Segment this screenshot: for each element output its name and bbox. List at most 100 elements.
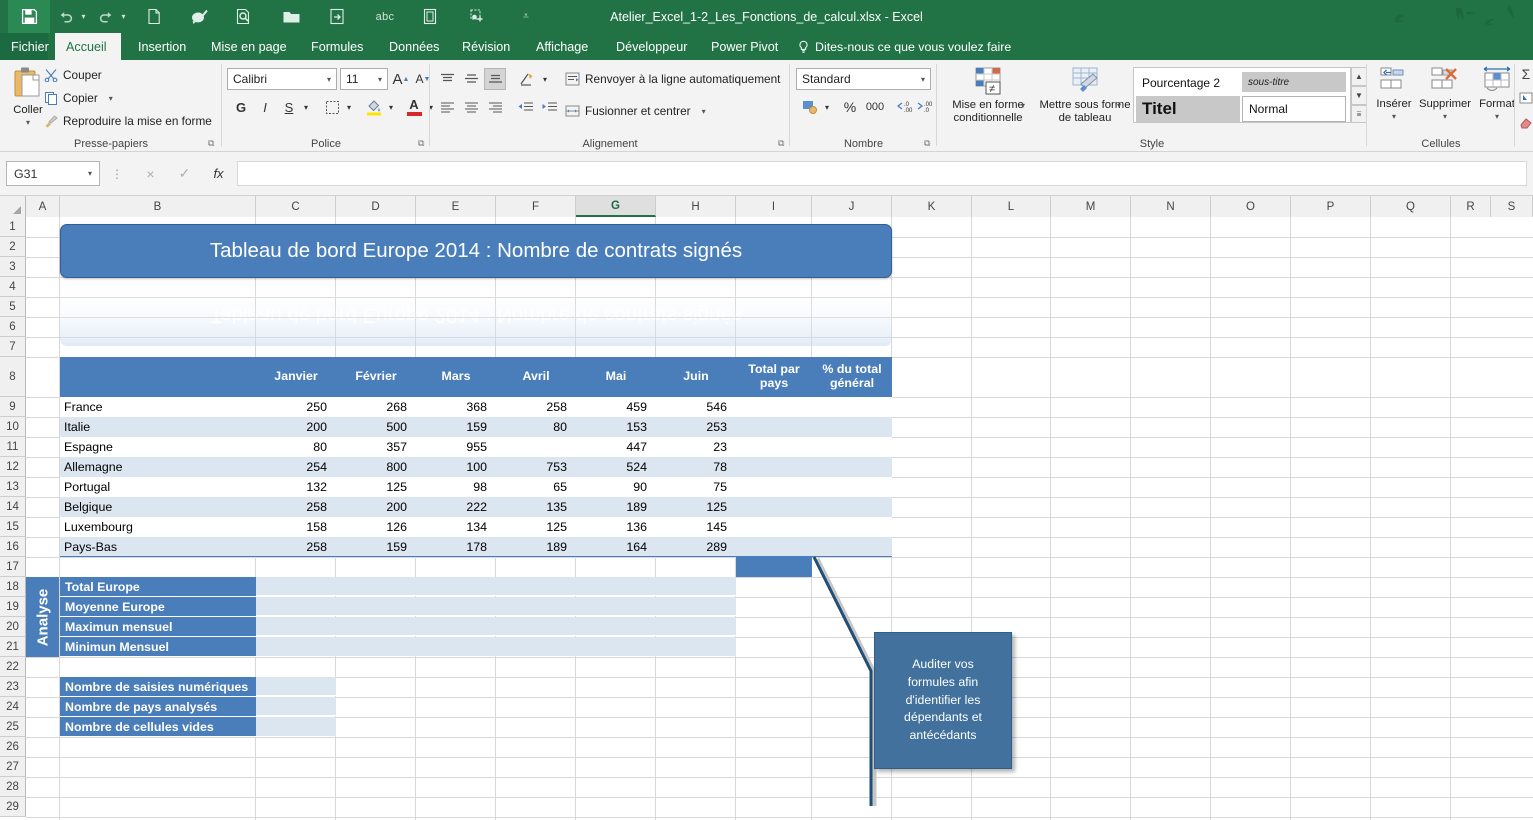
table-cell[interactable]: 80 bbox=[256, 437, 336, 457]
table-cell[interactable]: 254 bbox=[256, 457, 336, 477]
table-cell[interactable]: 258 bbox=[256, 497, 336, 517]
table-cell[interactable]: 159 bbox=[416, 417, 496, 437]
counter-value-vides[interactable] bbox=[256, 717, 336, 736]
table-cell-total[interactable] bbox=[736, 497, 812, 517]
table-row[interactable]: Portugal bbox=[60, 477, 256, 497]
align-middle-button[interactable] bbox=[460, 68, 482, 90]
cell-style-normal[interactable]: Normal bbox=[1242, 96, 1346, 122]
cell-style-pourcentage2[interactable]: Pourcentage 2 bbox=[1136, 70, 1240, 95]
row-header-20[interactable]: 20 bbox=[0, 617, 26, 637]
table-cell-pct[interactable] bbox=[812, 457, 892, 477]
merge-center-button[interactable]: Fusionner et centrer ▾ bbox=[565, 104, 706, 118]
column-header-H[interactable]: H bbox=[656, 196, 736, 217]
table-cell[interactable]: 164 bbox=[576, 537, 656, 557]
paste-dropdown-arrow[interactable]: ▾ bbox=[26, 118, 30, 128]
insert-cells-button[interactable]: Insérer ▾ bbox=[1370, 66, 1418, 122]
table-cell[interactable]: 90 bbox=[576, 477, 656, 497]
tab-revision[interactable]: Révision bbox=[451, 33, 519, 60]
table-cell[interactable]: 268 bbox=[336, 397, 416, 417]
row-header-15[interactable]: 15 bbox=[0, 517, 26, 537]
tab-donnees[interactable]: Données bbox=[378, 33, 444, 60]
column-header-C[interactable]: C bbox=[256, 196, 336, 217]
fill-color-dropdown-arrow[interactable]: ▾ bbox=[385, 96, 397, 118]
column-header-L[interactable]: L bbox=[972, 196, 1051, 217]
cell-style-titel[interactable]: Titel bbox=[1136, 96, 1240, 122]
accounting-format-button[interactable] bbox=[798, 96, 822, 118]
clear-icon[interactable] bbox=[1517, 112, 1533, 132]
conditional-formatting-button[interactable]: ≠ Mise en forme conditionnelle ▾ bbox=[943, 66, 1033, 124]
row-header-25[interactable]: 25 bbox=[0, 717, 26, 737]
align-left-button[interactable] bbox=[436, 96, 458, 118]
table-cell[interactable]: 23 bbox=[656, 437, 736, 457]
column-header-N[interactable]: N bbox=[1131, 196, 1211, 217]
row-header-5[interactable]: 5 bbox=[0, 297, 26, 317]
font-color-button[interactable]: A bbox=[402, 96, 426, 118]
counter-label-vides[interactable]: Nombre de cellules vides bbox=[60, 717, 256, 737]
table-cell-pct[interactable] bbox=[812, 517, 892, 537]
copy-dropdown-arrow[interactable]: ▾ bbox=[109, 94, 113, 103]
row-header-6[interactable]: 6 bbox=[0, 317, 26, 337]
bold-button[interactable]: G bbox=[230, 96, 252, 118]
analysis-label-minimum[interactable]: Minimun Mensuel bbox=[60, 637, 256, 657]
format-dropdown-arrow[interactable]: ▾ bbox=[1495, 112, 1499, 122]
format-as-table-dropdown-arrow[interactable]: ▾ bbox=[1117, 101, 1121, 111]
table-cell[interactable]: 178 bbox=[416, 537, 496, 557]
row-header-24[interactable]: 24 bbox=[0, 697, 26, 717]
table-cell-total[interactable] bbox=[736, 437, 812, 457]
column-header-M[interactable]: M bbox=[1051, 196, 1131, 217]
font-family-select[interactable]: Calibri ▾ bbox=[227, 68, 337, 90]
table-row[interactable]: France bbox=[60, 397, 256, 417]
selected-cell[interactable] bbox=[736, 557, 812, 577]
row-header-26[interactable]: 26 bbox=[0, 737, 26, 757]
table-cell[interactable]: 258 bbox=[496, 397, 576, 417]
percent-style-button[interactable]: % bbox=[839, 96, 861, 118]
underline-dropdown-arrow[interactable]: ▾ bbox=[300, 96, 312, 118]
table-cell[interactable]: 222 bbox=[416, 497, 496, 517]
table-cell[interactable]: 98 bbox=[416, 477, 496, 497]
table-cell[interactable]: 153 bbox=[576, 417, 656, 437]
increase-indent-button[interactable] bbox=[537, 96, 561, 118]
orientation-dropdown-arrow[interactable]: ▾ bbox=[539, 68, 551, 90]
table-cell-total[interactable] bbox=[736, 477, 812, 497]
column-header-A[interactable]: A bbox=[26, 196, 60, 217]
italic-button[interactable]: I bbox=[254, 96, 276, 118]
insert-function-button[interactable]: fx bbox=[202, 161, 235, 186]
row-header-2[interactable]: 2 bbox=[0, 237, 26, 257]
alignment-dialog-launcher[interactable]: ⧉ bbox=[778, 138, 784, 149]
conditional-formatting-dropdown-arrow[interactable]: ▾ bbox=[1021, 101, 1025, 111]
table-cell[interactable]: 134 bbox=[416, 517, 496, 537]
tab-affichage[interactable]: Affichage bbox=[525, 33, 599, 60]
tab-formules[interactable]: Formules bbox=[300, 33, 370, 60]
font-dialog-launcher[interactable]: ⧉ bbox=[418, 138, 424, 149]
styles-scroll-down-button[interactable]: ▼ bbox=[1351, 86, 1367, 105]
column-header-D[interactable]: D bbox=[336, 196, 416, 217]
comma-style-button[interactable]: 000 bbox=[861, 96, 889, 118]
column-header-S[interactable]: S bbox=[1491, 196, 1533, 217]
cut-button[interactable]: Couper bbox=[44, 68, 102, 82]
analysis-value-minimum[interactable] bbox=[256, 637, 736, 656]
decrease-decimal-button[interactable]: .00.0 bbox=[914, 96, 934, 118]
tab-mise-en-page[interactable]: Mise en page bbox=[200, 33, 294, 60]
spreadsheet-grid[interactable]: A B C D E F G H I J K L M N O P Q R S 1 … bbox=[0, 196, 1533, 820]
table-cell[interactable]: 546 bbox=[656, 397, 736, 417]
column-header-E[interactable]: E bbox=[416, 196, 496, 217]
column-header-P[interactable]: P bbox=[1291, 196, 1371, 217]
table-row[interactable]: Allemagne bbox=[60, 457, 256, 477]
column-header-K[interactable]: K bbox=[892, 196, 972, 217]
borders-dropdown-arrow[interactable]: ▾ bbox=[343, 96, 355, 118]
column-header-F[interactable]: F bbox=[496, 196, 576, 217]
table-cell[interactable]: 253 bbox=[656, 417, 736, 437]
row-header-12[interactable]: 12 bbox=[0, 457, 26, 477]
orientation-button[interactable] bbox=[515, 68, 539, 90]
row-header-13[interactable]: 13 bbox=[0, 477, 26, 497]
counter-label-saisies[interactable]: Nombre de saisies numériques bbox=[60, 677, 256, 697]
delete-cells-button[interactable]: Supprimer ▾ bbox=[1417, 66, 1473, 122]
quick-access-redo-button[interactable] bbox=[92, 0, 120, 33]
align-center-button[interactable] bbox=[460, 96, 482, 118]
undo-dropdown-arrow[interactable]: ▾ bbox=[79, 0, 88, 33]
row-header-7[interactable]: 7 bbox=[0, 337, 26, 357]
select-all-button[interactable] bbox=[0, 196, 26, 217]
table-cell-pct[interactable] bbox=[812, 417, 892, 437]
tab-insertion[interactable]: Insertion bbox=[127, 33, 195, 60]
audit-callout[interactable]: Auditer vos formules afin d'identifier l… bbox=[874, 632, 1012, 769]
